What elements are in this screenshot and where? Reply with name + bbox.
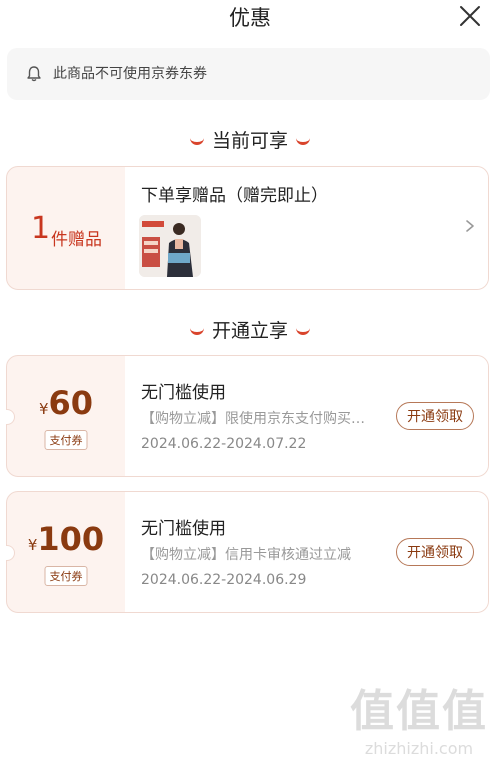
- gift-unit: 件赠品: [51, 230, 102, 250]
- gift-title: 下单享赠品（赠完即止）: [141, 186, 328, 206]
- watermark-logo: 值值值: [350, 686, 488, 737]
- coupon-title: 无门槛使用: [141, 519, 226, 539]
- smile-decoration-icon: [189, 325, 204, 335]
- gift-right-panel: 下单享赠品（赠完即止）: [125, 167, 488, 289]
- watermark: 值值值 zhizhizhi.com: [350, 675, 488, 758]
- coupon-value: 100: [37, 520, 105, 558]
- currency-symbol: ¥: [38, 400, 49, 418]
- gift-count: 1: [31, 211, 51, 246]
- claim-coupon-button[interactable]: 开通领取: [396, 402, 474, 430]
- section-title-current: 当前可享: [0, 126, 500, 153]
- currency-symbol: ¥: [27, 536, 38, 554]
- chevron-right-icon[interactable]: [464, 219, 476, 233]
- coupon-left-panel: ¥60 支付券: [7, 356, 126, 476]
- bell-icon: [27, 66, 41, 82]
- watermark-url: zhizhizhi.com: [364, 739, 474, 758]
- coupon-right-panel: 无门槛使用 【购物立减】信用卡审核通过立减 2024.06.22-2024.06…: [125, 492, 488, 612]
- gift-product-illustration: [139, 215, 201, 277]
- coupon-description: 【购物立减】信用卡审核通过立减: [141, 547, 351, 563]
- coupon-card[interactable]: ¥100 支付券 无门槛使用 【购物立减】信用卡审核通过立减 2024.06.2…: [6, 491, 489, 613]
- coupon-left-panel: ¥100 支付券: [7, 492, 126, 612]
- header: 优惠: [0, 0, 500, 36]
- coupon-type-badge: 支付券: [44, 430, 88, 450]
- coupon-value: 60: [48, 384, 94, 422]
- smile-decoration-icon: [189, 135, 204, 145]
- gift-left-panel: 1 件赠品: [7, 167, 126, 289]
- coupon-description: 【购物立减】限使用京东支付购买指定商品: [141, 411, 373, 427]
- close-icon[interactable]: [458, 4, 482, 28]
- smile-decoration-icon: [296, 325, 310, 335]
- section-title-current-label: 当前可享: [211, 130, 288, 152]
- coupon-amount: ¥100: [7, 520, 125, 558]
- section-title-open-label: 开通立享: [211, 320, 288, 342]
- claim-coupon-button[interactable]: 开通领取: [396, 538, 474, 566]
- gift-product-image[interactable]: [139, 215, 201, 277]
- section-title-open: 开通立享: [0, 316, 500, 343]
- coupon-amount: ¥60: [7, 384, 125, 422]
- smile-decoration-icon: [296, 135, 310, 145]
- coupon-date-range: 2024.06.22-2024.06.29: [141, 572, 307, 588]
- page-title: 优惠: [229, 6, 271, 30]
- coupon-title: 无门槛使用: [141, 383, 226, 403]
- gift-card[interactable]: 1 件赠品 下单享赠品（赠完即止）: [6, 166, 489, 290]
- coupon-type-badge: 支付券: [44, 566, 88, 586]
- notice-bar: 此商品不可使用京券东券: [7, 48, 490, 100]
- coupon-date-range: 2024.06.22-2024.07.22: [141, 436, 307, 452]
- coupon-card[interactable]: ¥60 支付券 无门槛使用 【购物立减】限使用京东支付购买指定商品 2024.0…: [6, 355, 489, 477]
- coupon-right-panel: 无门槛使用 【购物立减】限使用京东支付购买指定商品 2024.06.22-202…: [125, 356, 488, 476]
- notice-text: 此商品不可使用京券东券: [53, 66, 207, 82]
